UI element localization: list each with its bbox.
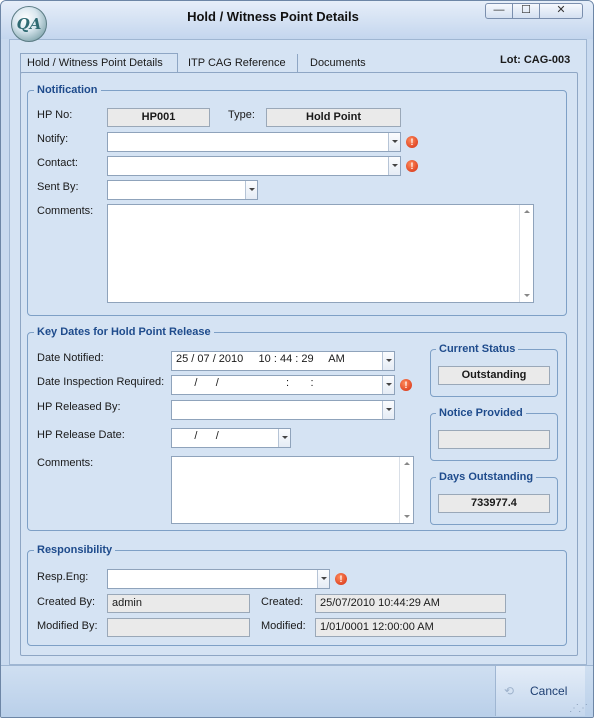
contact-required-icon: ! xyxy=(406,160,418,172)
lot-label: Lot: CAG-003 xyxy=(500,54,571,66)
close-button[interactable]: ✕ xyxy=(539,3,583,19)
logo-text: QA xyxy=(16,15,42,33)
notify-dropdown-arrow-icon[interactable] xyxy=(388,133,400,151)
key-dates-legend: Key Dates for Hold Point Release xyxy=(34,326,214,338)
key-dates-comments-textarea[interactable] xyxy=(171,456,414,524)
sent-by-dropdown[interactable] xyxy=(107,180,258,200)
key-dates-group: Key Dates for Hold Point Release Date No… xyxy=(27,326,567,531)
hp-released-by-label: HP Released By: xyxy=(37,401,121,413)
created-by-field: admin xyxy=(107,594,250,613)
title-bar: QA Hold / Witness Point Details — ☐ ✕ xyxy=(1,1,593,42)
current-status-group: Current Status Outstanding xyxy=(430,343,558,397)
tab-itp-cag-reference[interactable]: ITP CAG Reference xyxy=(182,54,298,72)
sent-by-label: Sent By: xyxy=(37,181,79,193)
days-outstanding-field: 733977.4 xyxy=(438,494,550,513)
notify-required-icon: ! xyxy=(406,136,418,148)
scroll-up-icon[interactable] xyxy=(524,210,530,213)
resp-eng-required-icon: ! xyxy=(335,573,347,585)
created-field: 25/07/2010 10:44:29 AM xyxy=(315,594,506,613)
notify-dropdown[interactable] xyxy=(107,132,401,152)
date-notified-arrow-icon[interactable] xyxy=(382,352,394,370)
hp-released-by-dropdown[interactable] xyxy=(171,400,395,420)
scroll-down-icon[interactable] xyxy=(524,294,530,297)
minimize-button[interactable]: — xyxy=(485,3,513,19)
notice-provided-legend: Notice Provided xyxy=(436,407,526,419)
date-inspection-value: / / : : xyxy=(176,377,314,389)
modified-by-field xyxy=(107,618,250,637)
tab-panel: Notification HP No: HP001 Type: Hold Poi… xyxy=(20,72,578,656)
contact-dropdown[interactable] xyxy=(107,156,401,176)
footer-bar: ⟲ Cancel ⋰⋰ xyxy=(1,665,593,717)
contact-dropdown-arrow-icon[interactable] xyxy=(388,157,400,175)
current-status-legend: Current Status xyxy=(436,343,519,355)
days-outstanding-legend: Days Outstanding xyxy=(436,471,537,483)
notification-comments-textarea[interactable] xyxy=(107,204,534,303)
maximize-button[interactable]: ☐ xyxy=(512,3,540,19)
notice-provided-field xyxy=(438,430,550,449)
tab-hold-witness-details[interactable]: Hold / Witness Point Details xyxy=(20,53,178,73)
notify-label: Notify: xyxy=(37,133,69,145)
hp-release-date-picker[interactable]: / / xyxy=(171,428,291,448)
hp-no-field: HP001 xyxy=(107,108,210,127)
resp-eng-label: Resp.Eng: xyxy=(37,571,89,583)
date-notified-picker[interactable]: 25 / 07 / 2010 10 : 44 : 29 AM xyxy=(171,351,395,371)
created-label: Created: xyxy=(261,596,304,608)
window-title: Hold / Witness Point Details xyxy=(187,9,359,24)
modified-field: 1/01/0001 12:00:00 AM xyxy=(315,618,506,637)
notification-comments-label: Comments: xyxy=(37,205,94,217)
modified-label: Modified: xyxy=(261,620,306,632)
resp-eng-dropdown[interactable] xyxy=(107,569,330,589)
cancel-label: Cancel xyxy=(530,684,568,698)
notification-comments-scrollbar[interactable] xyxy=(519,205,533,302)
app-logo-icon: QA xyxy=(11,6,47,42)
hp-no-label: HP No: xyxy=(37,109,73,121)
key-dates-comments-label: Comments: xyxy=(37,457,94,469)
hp-release-date-arrow-icon[interactable] xyxy=(278,429,290,447)
date-inspection-picker[interactable]: / / : : xyxy=(171,375,395,395)
sent-by-dropdown-arrow-icon[interactable] xyxy=(245,181,257,199)
dialog-window: QA Hold / Witness Point Details — ☐ ✕ Ho… xyxy=(0,0,594,718)
type-field: Hold Point xyxy=(266,108,401,127)
hp-released-by-arrow-icon[interactable] xyxy=(382,401,394,419)
scroll-down-icon[interactable] xyxy=(404,515,410,518)
days-outstanding-group: Days Outstanding 733977.4 xyxy=(430,471,558,525)
date-notified-value: 25 / 07 / 2010 10 : 44 : 29 AM xyxy=(176,353,345,365)
date-inspection-required-icon: ! xyxy=(400,379,412,391)
contact-label: Contact: xyxy=(37,157,78,169)
notice-provided-group: Notice Provided xyxy=(430,407,558,461)
notification-legend: Notification xyxy=(34,84,101,96)
responsibility-group: Responsibility Resp.Eng: ! Created By: a… xyxy=(27,544,567,646)
created-by-label: Created By: xyxy=(37,596,96,608)
scroll-up-icon[interactable] xyxy=(404,462,410,465)
date-inspection-arrow-icon[interactable] xyxy=(382,376,394,394)
resize-grip-icon[interactable]: ⋰⋰ xyxy=(569,703,588,714)
hp-release-date-value: / / xyxy=(176,430,219,442)
resp-eng-arrow-icon[interactable] xyxy=(317,570,329,588)
notification-group: Notification HP No: HP001 Type: Hold Poi… xyxy=(27,84,567,316)
tab-documents[interactable]: Documents xyxy=(304,54,374,72)
content-area: Hold / Witness Point Details ITP CAG Ref… xyxy=(9,39,587,665)
cancel-icon: ⟲ xyxy=(504,684,515,698)
date-notified-label: Date Notified: xyxy=(37,352,104,364)
current-status-field: Outstanding xyxy=(438,366,550,385)
modified-by-label: Modified By: xyxy=(37,620,98,632)
type-label: Type: xyxy=(228,109,255,121)
hp-release-date-label: HP Release Date: xyxy=(37,429,125,441)
responsibility-legend: Responsibility xyxy=(34,544,116,556)
date-inspection-label: Date Inspection Required: xyxy=(37,376,165,388)
key-dates-comments-scrollbar[interactable] xyxy=(399,457,413,523)
